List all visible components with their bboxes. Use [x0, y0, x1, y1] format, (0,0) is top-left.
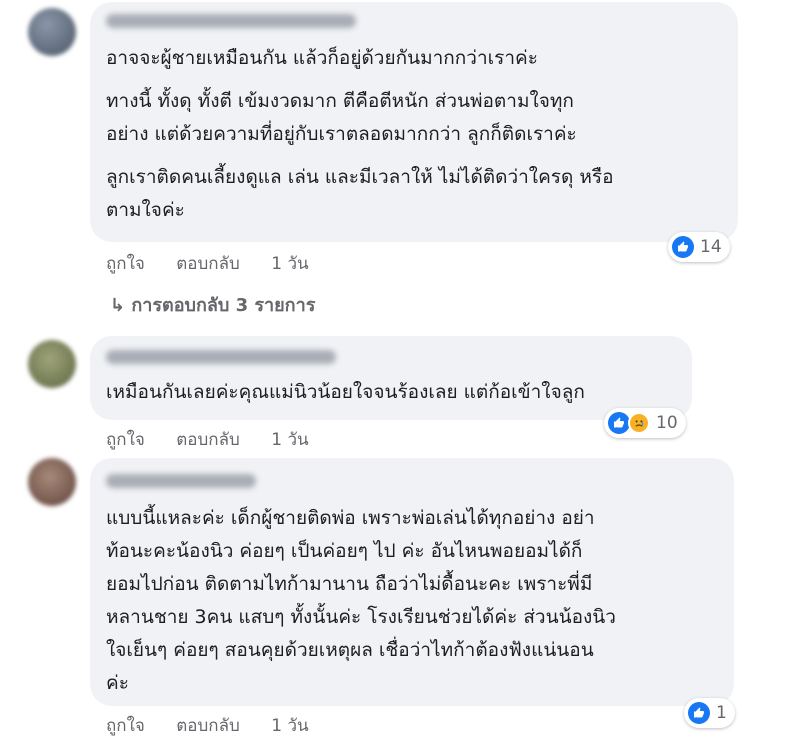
reply-button[interactable]: ตอบกลับ	[176, 254, 240, 274]
like-icon	[672, 236, 694, 258]
timestamp[interactable]: 1 วัน	[271, 716, 308, 736]
reaction-summary[interactable]: 14	[668, 232, 730, 262]
like-icon	[688, 702, 710, 724]
comment-actions: ถูกใจ ตอบกลับ 1 วัน	[106, 250, 335, 277]
like-button[interactable]: ถูกใจ	[106, 254, 145, 274]
comment-paragraph: แบบนี้แหละค่ะ เด็กผู้ชายติดพ่อ เพราะพ่อเ…	[106, 507, 616, 694]
comment-bubble: เหมือนกันเลยค่ะคุณแม่นิวน้อยใจจนร้องเลย …	[90, 336, 692, 420]
comment-actions: ถูกใจ ตอบกลับ 1 วัน	[106, 712, 335, 739]
reply-button[interactable]: ตอบกลับ	[176, 716, 240, 736]
timestamp[interactable]: 1 วัน	[271, 254, 308, 274]
like-button[interactable]: ถูกใจ	[106, 716, 145, 736]
author-name[interactable]	[106, 474, 256, 488]
comment-text: อาจจะผู้ชายเหมือนกัน แล้วก็อยู่ด้วยกันมา…	[106, 42, 614, 227]
reaction-count: 1	[716, 703, 727, 723]
reply-button[interactable]: ตอบกลับ	[176, 430, 240, 450]
comment-paragraph: อาจจะผู้ชายเหมือนกัน แล้วก็อยู่ด้วยกันมา…	[106, 47, 538, 69]
author-name[interactable]	[106, 14, 356, 28]
sad-icon	[628, 412, 650, 434]
comment-actions: ถูกใจ ตอบกลับ 1 วัน	[106, 426, 335, 453]
comment-paragraph: เหมือนกันเลยค่ะคุณแม่นิวน้อยใจจนร้องเลย …	[106, 381, 585, 403]
avatar[interactable]	[28, 458, 76, 506]
comment-paragraph: ทางนี้ ทั้งดุ ทั้งตี เข้มงวดมาก ตีคือตีห…	[106, 90, 577, 145]
comment-paragraph: ลูกเราติดคนเลี้ยงดูแล เล่น และมีเวลาให้ …	[106, 166, 614, 221]
reaction-summary[interactable]: 1	[684, 698, 735, 728]
timestamp[interactable]: 1 วัน	[271, 430, 308, 450]
avatar[interactable]	[28, 8, 76, 56]
view-replies-link[interactable]: ↳ การตอบกลับ 3 รายการ	[110, 290, 315, 319]
author-name[interactable]	[106, 350, 336, 364]
comment-bubble: อาจจะผู้ชายเหมือนกัน แล้วก็อยู่ด้วยกันมา…	[90, 2, 738, 242]
comment-bubble: แบบนี้แหละค่ะ เด็กผู้ชายติดพ่อ เพราะพ่อเ…	[90, 458, 734, 706]
reaction-count: 10	[656, 413, 678, 433]
like-button[interactable]: ถูกใจ	[106, 430, 145, 450]
reaction-summary[interactable]: 10	[604, 408, 686, 438]
avatar[interactable]	[28, 340, 76, 388]
reaction-count: 14	[700, 237, 722, 257]
like-icon	[608, 412, 630, 434]
comment-text: เหมือนกันเลยค่ะคุณแม่นิวน้อยใจจนร้องเลย …	[106, 376, 585, 409]
comment-text: แบบนี้แหละค่ะ เด็กผู้ชายติดพ่อ เพราะพ่อเ…	[106, 502, 616, 700]
